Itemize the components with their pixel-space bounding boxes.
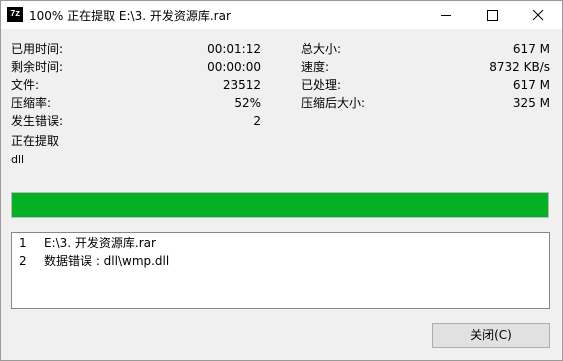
stat-value: 23512 [222, 78, 261, 92]
stat-label: 压缩率: [11, 96, 52, 110]
stat-errors: 发生错误: 2 [11, 112, 261, 130]
minimize-icon [441, 15, 451, 16]
log-row-number: 2 [19, 254, 27, 268]
progress-bar-fill [12, 193, 548, 217]
stat-remaining-time: 剩余时间: 00:00:00 [11, 58, 261, 76]
extraction-progress-window: 7z 100% 正在提取 E:\3. 开发资源库.rar 已用时间: 00:01… [0, 0, 563, 361]
stat-value: 2 [253, 114, 261, 128]
close-button[interactable]: 关闭(C) [432, 323, 550, 348]
stat-processed: 已处理: 617 M [301, 76, 550, 94]
stat-compression-ratio: 压缩率: 52% [11, 94, 261, 112]
log-row-number: 1 [19, 236, 27, 250]
stat-value: 00:01:12 [207, 42, 261, 56]
window-title: 100% 正在提取 E:\3. 开发资源库.rar [29, 9, 231, 23]
stat-label: 已处理: [301, 78, 342, 92]
stat-files: 文件: 23512 [11, 76, 261, 94]
log-row: 1 E:\3. 开发资源库.rar [12, 234, 549, 252]
stat-label: 总大小: [301, 42, 342, 56]
operation-status: 正在提取 [11, 134, 60, 148]
stat-value: 8732 KB/s [489, 60, 550, 74]
progress-bar [11, 192, 549, 218]
7zip-app-icon: 7z [7, 7, 23, 22]
stat-label: 速度: [301, 60, 330, 74]
log-row: 2 数据错误 : dll\wmp.dll [12, 252, 549, 270]
stat-elapsed-time: 已用时间: 00:01:12 [11, 40, 261, 58]
stat-value: 325 M [512, 96, 550, 110]
stat-label: 压缩后大小: [301, 96, 366, 110]
current-item: dll [11, 153, 25, 166]
log-row-message: E:\3. 开发资源库.rar [44, 236, 156, 250]
minimize-button[interactable] [423, 1, 469, 29]
stat-value: 617 M [512, 78, 550, 92]
stat-value: 00:00:00 [207, 60, 261, 74]
stat-value: 52% [234, 96, 261, 110]
close-window-button[interactable] [515, 1, 561, 29]
stat-label: 剩余时间: [11, 60, 64, 74]
log-row-message: 数据错误 : dll\wmp.dll [44, 254, 170, 268]
maximize-icon [487, 10, 498, 21]
message-log[interactable]: 1 E:\3. 开发资源库.rar 2 数据错误 : dll\wmp.dll [11, 232, 550, 309]
stat-total-size: 总大小: 617 M [301, 40, 550, 58]
stat-value: 617 M [512, 42, 550, 56]
title-bar[interactable]: 7z 100% 正在提取 E:\3. 开发资源库.rar [1, 1, 562, 29]
stat-label: 已用时间: [11, 42, 64, 56]
stat-label: 发生错误: [11, 114, 64, 128]
stat-compressed-size: 压缩后大小: 325 M [301, 94, 550, 112]
stat-speed: 速度: 8732 KB/s [301, 58, 550, 76]
close-icon [532, 9, 544, 21]
stat-label: 文件: [11, 78, 40, 92]
maximize-button[interactable] [469, 1, 515, 29]
